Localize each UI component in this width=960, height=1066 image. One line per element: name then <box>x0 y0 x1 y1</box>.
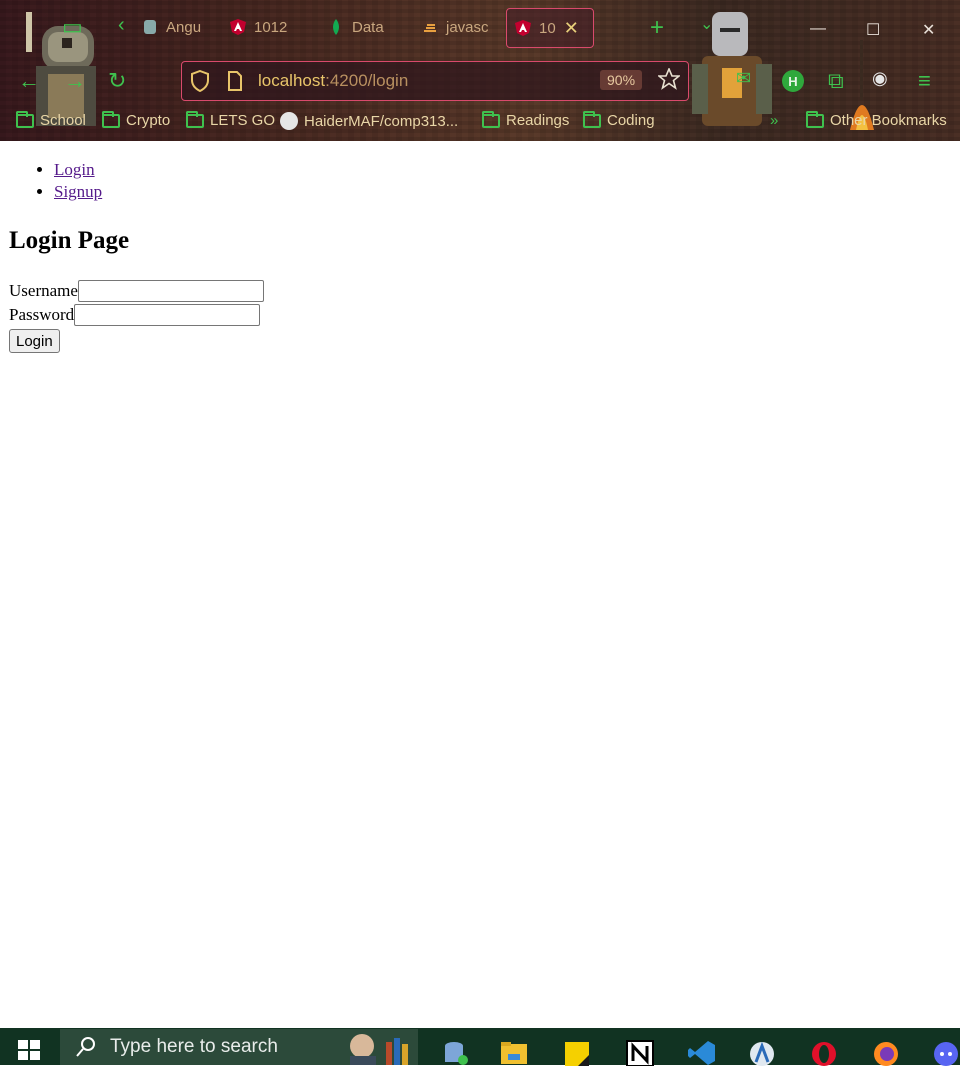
firefox-icon[interactable] <box>872 1040 900 1066</box>
file-explorer-icon[interactable] <box>500 1040 528 1066</box>
bookmark-folder-crypto[interactable]: Crypto <box>102 110 171 129</box>
reload-icon[interactable]: ↻ <box>108 68 126 94</box>
extension-mask-icon[interactable]: ◉ <box>872 68 888 89</box>
bookmark-label: Coding <box>607 112 655 129</box>
page-info-icon <box>228 71 242 91</box>
tab-mongodb-data[interactable]: Data <box>328 8 392 46</box>
shield-icon <box>191 70 209 92</box>
browser-chrome: ▭ ‹ Angul 1012 Data javasc 10 ✕ + ⌄ — ☐ … <box>0 0 960 141</box>
url-text[interactable]: localhost:4200/login <box>258 71 408 91</box>
tab-angular-1012[interactable]: 1012 <box>230 8 298 46</box>
folder-icon <box>583 110 601 128</box>
bookmark-label: Crypto <box>126 112 171 129</box>
vscode-icon[interactable] <box>688 1040 716 1066</box>
new-tab-icon[interactable]: + <box>650 14 664 42</box>
username-row: Username <box>9 280 264 302</box>
maximize-window-icon[interactable]: ☐ <box>866 20 880 40</box>
angular-icon <box>515 20 531 36</box>
notion-icon[interactable] <box>626 1040 654 1066</box>
bookmark-star-icon[interactable] <box>658 68 680 90</box>
nav-item-signup: Signup <box>54 181 102 203</box>
search-icon <box>76 1037 95 1057</box>
address-bar[interactable]: localhost:4200/login 90% <box>181 61 689 101</box>
login-submit-button[interactable]: Login <box>9 329 60 353</box>
bookmark-label: Other Bookmarks <box>830 112 947 129</box>
tab-overview-icon[interactable]: ▭ <box>62 14 83 40</box>
bookmark-folder-readings[interactable]: Readings <box>482 110 570 129</box>
url-host: localhost <box>258 71 326 90</box>
tab-label: javasc <box>446 18 488 36</box>
tab-label: Angul <box>166 18 202 36</box>
username-input[interactable] <box>77 280 264 302</box>
back-arrow-icon[interactable]: ← <box>18 68 40 94</box>
bookmark-label: HaiderMAF/comp313... <box>304 112 459 130</box>
minimize-window-icon[interactable]: — <box>810 20 826 38</box>
password-label: Password <box>9 305 75 324</box>
username-label: Username <box>9 281 78 300</box>
discord-icon[interactable] <box>932 1040 960 1066</box>
scroll-tabs-left-icon[interactable]: ‹ <box>118 14 125 37</box>
url-path: :4200/login <box>325 71 409 90</box>
close-window-icon[interactable]: ✕ <box>922 20 935 40</box>
folder-icon <box>482 110 500 128</box>
tab-bar: ▭ ‹ Angul 1012 Data javasc 10 ✕ + ⌄ — ☐ … <box>0 6 960 50</box>
page-title: Login Page <box>9 227 130 254</box>
stackoverflow-icon <box>424 24 436 32</box>
folder-icon <box>806 110 824 128</box>
tab-label: 1012 <box>254 18 288 36</box>
tab-angular-docs[interactable]: Angul <box>142 8 202 46</box>
close-tab-icon[interactable]: ✕ <box>564 18 579 39</box>
search-placeholder: Type here to search <box>110 1036 278 1057</box>
bookmark-label: School <box>40 112 86 129</box>
bookmarks-overflow-chevron-icon[interactable]: » <box>770 112 778 129</box>
folder-icon <box>186 110 204 128</box>
profile-avatar[interactable]: H <box>782 70 804 92</box>
windows-start-icon[interactable] <box>18 1040 40 1060</box>
search-highlight-image <box>350 1034 408 1065</box>
mongodb-icon <box>333 19 339 35</box>
folder-icon <box>16 110 34 128</box>
page-viewport: Login Signup Login Page Username Passwor… <box>0 141 960 1028</box>
password-row: Password <box>9 304 261 326</box>
tab-label: 10 <box>539 19 556 37</box>
bookmark-label: Readings <box>506 112 570 129</box>
nav-item-login: Login <box>54 159 102 181</box>
tab-list-chevron-down-icon[interactable]: ⌄ <box>700 14 713 34</box>
tab-stackoverflow-javascript[interactable]: javasc <box>422 8 488 46</box>
extensions-puzzle-icon[interactable]: ⧉ <box>828 68 844 94</box>
angular-icon <box>230 19 246 35</box>
bookmark-folder-other[interactable]: Other Bookmarks <box>806 110 947 129</box>
tab-label: Data <box>352 18 384 36</box>
database-app-icon[interactable] <box>442 1040 470 1066</box>
forward-arrow-icon[interactable]: → <box>64 68 86 94</box>
bookmark-folder-lets-go[interactable]: LETS GO <box>186 110 276 129</box>
github-icon <box>280 112 298 130</box>
tab-active-login[interactable]: 10 ✕ <box>506 8 594 48</box>
sticky-notes-icon[interactable] <box>564 1040 592 1066</box>
bookmark-label: LETS GO <box>210 112 276 129</box>
opera-icon[interactable] <box>810 1040 838 1066</box>
zoom-level-badge[interactable]: 90% <box>600 70 643 90</box>
nav-list: Login Signup <box>14 159 102 203</box>
login-link[interactable]: Login <box>54 160 95 179</box>
pocket-icon[interactable]: ✉ <box>736 68 751 89</box>
taskbar: Type here to search <box>0 1028 960 1066</box>
folder-icon <box>102 110 120 128</box>
android-studio-icon[interactable] <box>748 1040 776 1066</box>
password-input[interactable] <box>74 304 261 326</box>
menu-hamburger-icon[interactable]: ≡ <box>918 68 931 94</box>
bookmarks-bar: School Crypto LETS GO HaiderMAF/comp313.… <box>0 110 960 136</box>
bookmark-folder-coding[interactable]: Coding <box>583 110 655 129</box>
bookmark-folder-school[interactable]: School <box>16 110 86 129</box>
signup-link[interactable]: Signup <box>54 182 102 201</box>
bookmark-github-repo[interactable]: HaiderMAF/comp313... <box>280 112 458 130</box>
angular-docs-icon <box>144 20 156 34</box>
